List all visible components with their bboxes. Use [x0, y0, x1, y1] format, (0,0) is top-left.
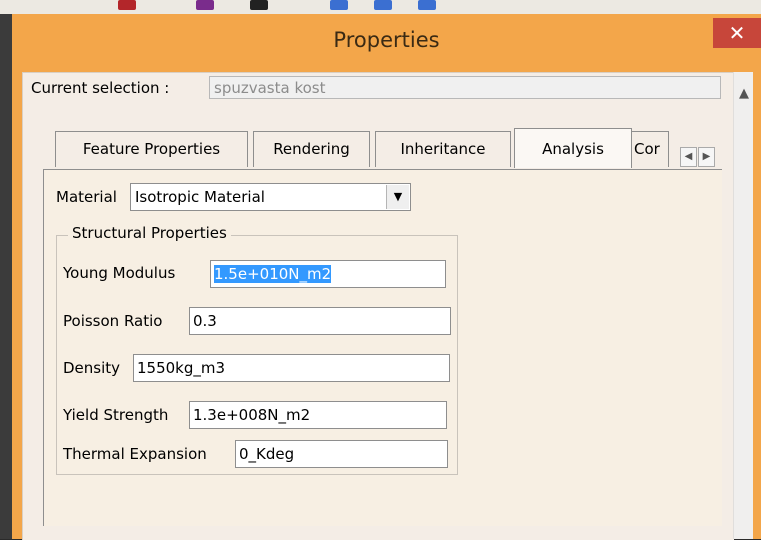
background-icon — [418, 0, 436, 10]
current-selection-label: Current selection : — [31, 79, 170, 97]
structural-properties-title: Structural Properties — [68, 224, 231, 242]
yield-strength-label: Yield Strength — [63, 406, 169, 424]
chevron-down-icon[interactable]: ▼ — [386, 185, 409, 209]
young-modulus-value: 1.5e+010N_m2 — [214, 265, 332, 283]
poisson-ratio-input[interactable]: 0.3 — [189, 307, 451, 335]
young-modulus-label: Young Modulus — [63, 264, 176, 282]
vertical-scrollbar[interactable]: ▲ — [733, 72, 754, 539]
thermal-expansion-label: Thermal Expansion — [63, 445, 207, 463]
scroll-up-icon[interactable]: ▲ — [734, 86, 754, 101]
tab-feature-properties[interactable]: Feature Properties — [55, 131, 248, 167]
yield-strength-value: 1.3e+008N_m2 — [193, 406, 311, 424]
tab-label: Analysis — [542, 140, 604, 158]
tab-label: Rendering — [273, 140, 350, 158]
tab-inheritance[interactable]: Inheritance — [375, 131, 511, 167]
tab-label: Cor — [634, 140, 660, 158]
tab-scroll-arrows: ◀ ▶ — [680, 147, 716, 167]
current-selection-field[interactable]: spuzvasta kost — [209, 76, 721, 99]
material-select[interactable]: Isotropic Material ▼ — [130, 183, 411, 211]
background-app-strip — [0, 0, 761, 14]
background-icon — [250, 0, 268, 10]
close-button[interactable]: ✕ — [713, 18, 761, 48]
tab-analysis[interactable]: Analysis — [514, 128, 632, 168]
window-title: Properties — [333, 28, 440, 52]
tab-cor[interactable]: Cor — [631, 131, 669, 167]
yield-strength-input[interactable]: 1.3e+008N_m2 — [189, 401, 447, 429]
tab-label: Feature Properties — [82, 140, 221, 158]
poisson-ratio-label: Poisson Ratio — [63, 312, 163, 330]
tab-label: Inheritance — [400, 140, 486, 158]
background-icon — [374, 0, 392, 10]
thermal-expansion-value: 0_Kdeg — [239, 445, 295, 463]
poisson-ratio-value: 0.3 — [193, 312, 217, 330]
close-icon: ✕ — [728, 21, 746, 45]
title-bar[interactable]: Properties ✕ — [12, 14, 761, 72]
material-label: Material — [56, 188, 117, 206]
background-app-edge — [0, 14, 12, 539]
density-label: Density — [63, 359, 121, 377]
window-border-right — [753, 72, 761, 539]
density-input[interactable]: 1550kg_m3 — [133, 354, 450, 382]
thermal-expansion-input[interactable]: 0_Kdeg — [235, 440, 448, 468]
background-icon — [330, 0, 348, 10]
background-icon — [118, 0, 136, 10]
young-modulus-input[interactable]: 1.5e+010N_m2 — [210, 260, 446, 288]
tab-scroll-left-icon[interactable]: ◀ — [680, 147, 697, 167]
density-value: 1550kg_m3 — [137, 359, 226, 377]
tab-rendering[interactable]: Rendering — [253, 131, 370, 167]
tab-scroll-right-icon[interactable]: ▶ — [698, 147, 715, 167]
material-selected-value: Isotropic Material — [135, 188, 265, 206]
background-icon — [196, 0, 214, 10]
